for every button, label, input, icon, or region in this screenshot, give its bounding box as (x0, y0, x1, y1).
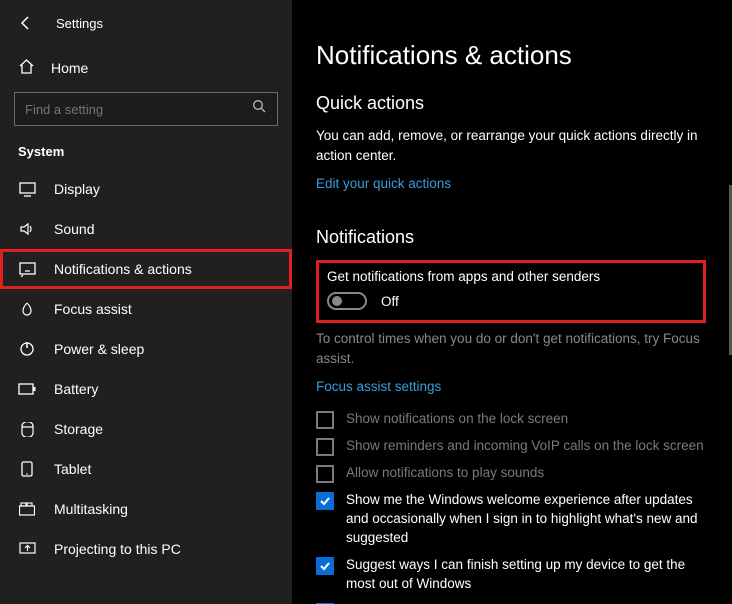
notifications-toggle-label: Get notifications from apps and other se… (327, 269, 695, 284)
sidebar-item-tablet[interactable]: Tablet (0, 449, 292, 489)
app-title: Settings (56, 16, 103, 31)
search-input[interactable] (25, 102, 225, 117)
notifications-toggle-highlight: Get notifications from apps and other se… (316, 260, 706, 323)
sidebar-item-label: Power & sleep (54, 341, 144, 357)
quick-actions-body: You can add, remove, or rearrange your q… (316, 126, 706, 165)
sidebar-item-power-sleep[interactable]: Power & sleep (0, 329, 292, 369)
home-label: Home (51, 60, 88, 76)
page-title: Notifications & actions (316, 40, 706, 71)
checkbox-label: Show notifications on the lock screen (346, 410, 568, 429)
checkbox[interactable] (316, 492, 334, 510)
checkbox-label: Show me the Windows welcome experience a… (346, 491, 706, 548)
sidebar-item-label: Battery (54, 381, 98, 397)
notifications-icon (18, 262, 36, 277)
sidebar-item-label: Sound (54, 221, 94, 237)
scrollbar-track (726, 0, 732, 604)
search-box[interactable] (14, 92, 278, 126)
sound-icon (18, 221, 36, 237)
notifications-toggle-state: Off (381, 294, 399, 309)
main-panel: Notifications & actions Quick actions Yo… (292, 0, 732, 604)
search-icon (252, 99, 267, 119)
notification-option-row: Show notifications on the lock screen (316, 410, 706, 429)
toggle-knob (332, 296, 342, 306)
storage-icon (18, 422, 36, 437)
checkbox (316, 438, 334, 456)
notification-option-row: Suggest ways I can finish setting up my … (316, 556, 706, 594)
quick-actions-heading: Quick actions (316, 93, 706, 114)
sidebar-item-label: Notifications & actions (54, 261, 192, 277)
sidebar-item-label: Storage (54, 421, 103, 437)
display-icon (18, 182, 36, 197)
sidebar-item-label: Multitasking (54, 501, 128, 517)
projecting-icon (18, 542, 36, 556)
focus-assist-settings-link[interactable]: Focus assist settings (316, 379, 441, 394)
sidebar: Settings Home System Display Sound Notific… (0, 0, 292, 604)
nav-list: Display Sound Notifications & actions Focus… (0, 169, 292, 569)
notifications-toggle-row: Off (327, 292, 695, 310)
sidebar-item-storage[interactable]: Storage (0, 409, 292, 449)
power-sleep-icon (18, 341, 36, 357)
section-label: System (18, 144, 292, 159)
sidebar-item-notifications-actions[interactable]: Notifications & actions (0, 249, 292, 289)
notification-option-row: Show me the Windows welcome experience a… (316, 491, 706, 548)
sidebar-item-label: Projecting to this PC (54, 541, 181, 557)
focus-assist-body: To control times when you do or don't ge… (316, 329, 706, 368)
checkbox-label: Show reminders and incoming VoIP calls o… (346, 437, 704, 456)
home-nav[interactable]: Home (0, 48, 292, 88)
notifications-heading: Notifications (316, 227, 706, 248)
focus-assist-icon (18, 301, 36, 317)
back-icon[interactable] (18, 15, 34, 31)
sidebar-item-label: Tablet (54, 461, 91, 477)
notification-options: Show notifications on the lock screen Sho… (316, 410, 706, 604)
sidebar-item-label: Display (54, 181, 100, 197)
sidebar-item-sound[interactable]: Sound (0, 209, 292, 249)
tablet-icon (18, 461, 36, 477)
multitasking-icon (18, 502, 36, 516)
edit-quick-actions-link[interactable]: Edit your quick actions (316, 176, 451, 191)
checkbox[interactable] (316, 557, 334, 575)
sidebar-item-display[interactable]: Display (0, 169, 292, 209)
sidebar-item-multitasking[interactable]: Multitasking (0, 489, 292, 529)
header-row: Settings (0, 8, 292, 38)
sidebar-item-focus-assist[interactable]: Focus assist (0, 289, 292, 329)
notification-option-row: Show reminders and incoming VoIP calls o… (316, 437, 706, 456)
battery-icon (18, 383, 36, 395)
checkbox (316, 465, 334, 483)
sidebar-item-label: Focus assist (54, 301, 132, 317)
checkbox-label: Suggest ways I can finish setting up my … (346, 556, 706, 594)
notification-option-row: Allow notifications to play sounds (316, 464, 706, 483)
home-icon (18, 58, 35, 78)
sidebar-item-projecting-to-this-pc[interactable]: Projecting to this PC (0, 529, 292, 569)
notifications-toggle[interactable] (327, 292, 367, 310)
checkbox-label: Allow notifications to play sounds (346, 464, 544, 483)
checkbox (316, 411, 334, 429)
sidebar-item-battery[interactable]: Battery (0, 369, 292, 409)
